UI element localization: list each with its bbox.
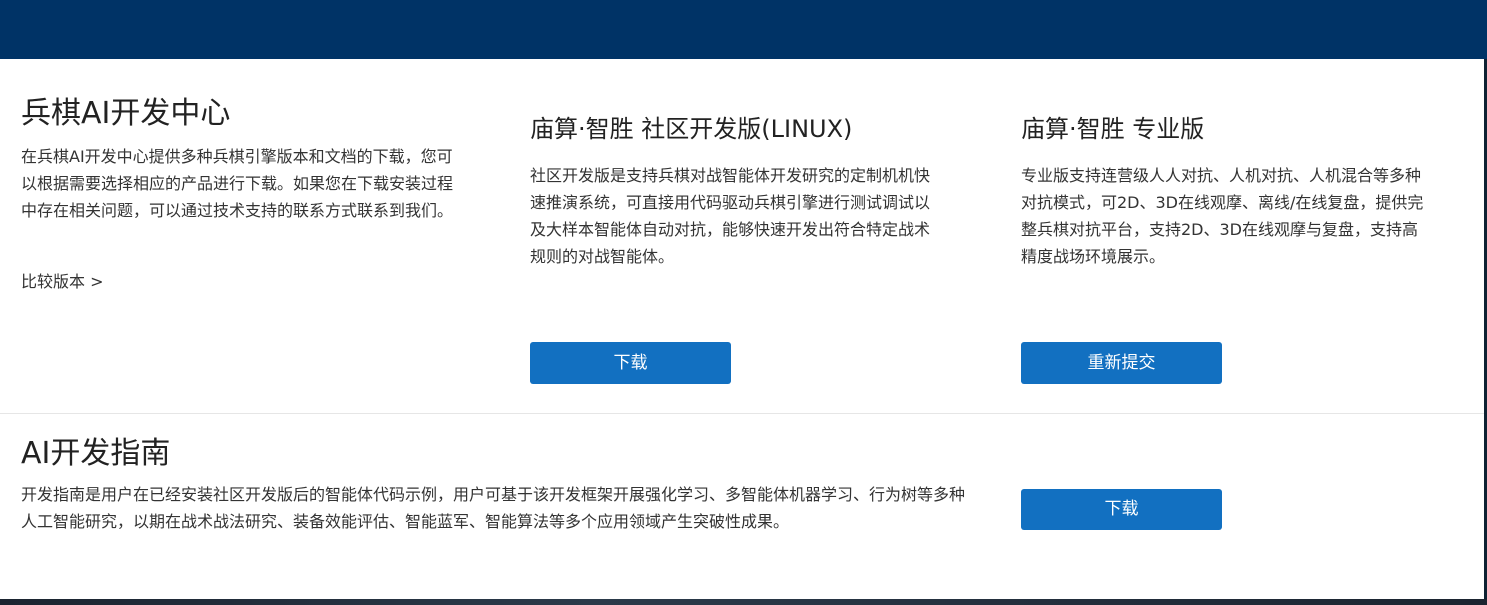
dev-center-title: 兵棋AI开发中心 <box>21 96 231 131</box>
dev-guide-title: AI开发指南 <box>21 436 171 471</box>
dev-center-description: 在兵棋AI开发中心提供多种兵棋引擎版本和文档的下载，您可以根据需要选择相应的产品… <box>21 147 454 220</box>
community-edition-description: 社区开发版是支持兵棋对战智能体开发研究的定制机机快速推演系统，可直接用代码驱动兵… <box>530 166 931 266</box>
pro-resubmit-button[interactable]: 重新提交 <box>1021 342 1222 384</box>
compare-versions-link[interactable]: 比较版本 > <box>21 271 104 293</box>
page-edge-bottom <box>0 599 1487 605</box>
pro-edition-title: 庙算·智胜 专业版 <box>1021 115 1205 143</box>
community-edition-title: 庙算·智胜 社区开发版(LINUX) <box>530 115 853 143</box>
pro-edition-description: 专业版支持连营级人人对抗、人机对抗、人机混合等多种对抗模式，可2D、3D在线观摩… <box>1021 166 1424 266</box>
section-divider <box>0 413 1484 414</box>
community-download-button[interactable]: 下载 <box>530 342 731 384</box>
dev-guide-download-button[interactable]: 下载 <box>1021 489 1222 530</box>
dev-guide-description: 开发指南是用户在已经安装社区开发版后的智能体代码示例，用户可基于该开发框架开展强… <box>21 485 966 531</box>
top-header-bar <box>0 0 1487 59</box>
